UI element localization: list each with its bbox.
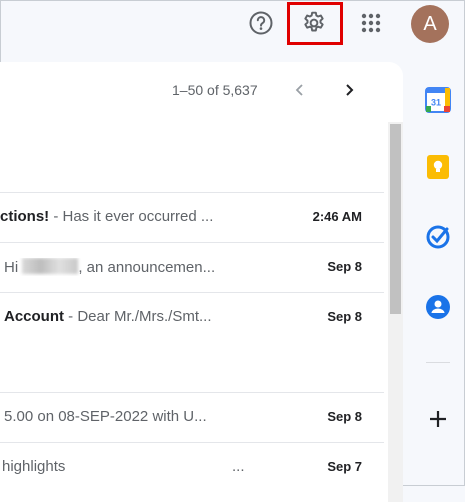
email-snippet-after: , an announcemen... <box>78 259 216 276</box>
email-date: Sep 8 <box>327 409 362 424</box>
email-snippet: Hi <box>4 259 23 276</box>
help-circle-icon <box>249 11 273 35</box>
email-row[interactable]: 5.00 on 08-SEP-2022 with U... Sep 8 <box>0 392 384 442</box>
email-row[interactable]: ctions! - Has it ever occurred ... 2:46 … <box>0 192 384 242</box>
email-ellipsis: ... <box>232 458 245 475</box>
scrollbar-thumb[interactable] <box>390 124 401 314</box>
tasks-app-button[interactable] <box>424 223 452 251</box>
chevron-right-icon <box>346 84 354 96</box>
apps-grid-icon <box>361 13 381 33</box>
email-text: ctions! - Has it ever occurred ... <box>0 208 275 225</box>
email-text: Hi , an announcemen... <box>4 258 279 276</box>
settings-button[interactable] <box>296 5 332 41</box>
email-row[interactable]: highlights ... Sep 7 <box>0 442 384 492</box>
email-row[interactable]: Account - Dear Mr./Mrs./Smt... Sep 8 <box>0 292 384 392</box>
pagination-count: 1–50 of 5,637 <box>172 82 258 98</box>
side-panel-divider <box>426 362 450 363</box>
chevron-left-icon <box>295 84 303 96</box>
email-snippet: 5.00 on 08-SEP-2022 with U... <box>4 408 207 425</box>
mail-list-panel: 1–50 of 5,637 ctions! - Has it ever occu… <box>0 62 403 502</box>
email-text: Account - Dear Mr./Mrs./Smt... <box>4 308 279 325</box>
older-page-button[interactable] <box>334 75 364 105</box>
email-subject: Account <box>4 308 64 325</box>
contacts-app-button[interactable] <box>424 293 452 321</box>
email-row[interactable]: Hi , an announcemen... Sep 8 <box>0 242 384 292</box>
email-snippet: - Has it ever occurred ... <box>49 208 214 225</box>
redacted-name <box>22 258 79 274</box>
tasks-icon <box>426 225 450 249</box>
add-icon <box>430 411 446 427</box>
email-date: Sep 7 <box>327 459 362 474</box>
calendar-app-button[interactable]: 31 <box>424 86 452 114</box>
top-bar: A <box>0 0 465 46</box>
help-button[interactable] <box>243 5 279 41</box>
keep-app-button[interactable] <box>424 153 452 181</box>
email-date: Sep 8 <box>327 259 362 274</box>
calendar-icon: 31 <box>425 87 451 113</box>
email-date: 2:46 AM <box>312 209 362 224</box>
gear-icon <box>304 11 324 32</box>
calendar-day-label: 31 <box>431 98 441 108</box>
email-date: Sep 8 <box>327 309 362 324</box>
vertical-scrollbar[interactable] <box>388 122 403 502</box>
email-subject: ctions! <box>0 208 50 225</box>
newer-page-button[interactable] <box>285 75 315 105</box>
email-text: 5.00 on 08-SEP-2022 with U... <box>4 408 279 425</box>
email-snippet: highlights <box>2 458 66 475</box>
keep-icon <box>427 155 449 179</box>
email-snippet: - Dear Mr./Mrs./Smt... <box>64 308 212 325</box>
google-apps-button[interactable] <box>353 5 389 41</box>
account-avatar[interactable]: A <box>411 5 449 43</box>
contacts-icon <box>426 295 450 319</box>
get-addons-button[interactable] <box>424 405 452 433</box>
